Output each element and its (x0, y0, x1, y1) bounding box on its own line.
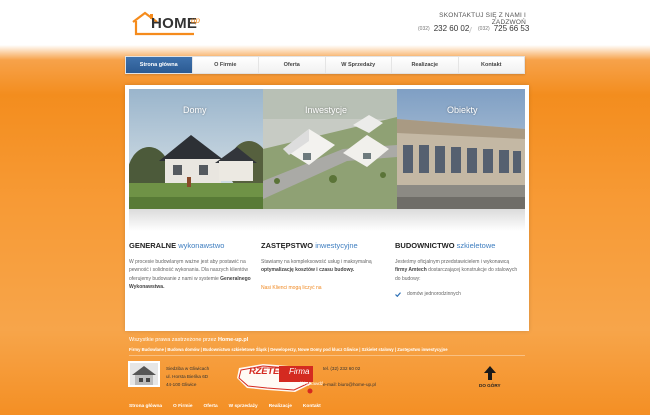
address-line-1: Siedziba w Gliwicach (166, 366, 210, 371)
column-skeleton-text-1: Jesteśmy oficjalnym przedstawicielem i w… (395, 259, 510, 265)
column-skeleton-heading: BUDOWNICTWO szkieletowe (395, 241, 521, 250)
column-general-text: W procesie budowlanym ważne jest aby pos… (129, 258, 255, 292)
nav-item-offer[interactable]: Oferta (259, 57, 326, 73)
slide-title-buildings: Obiekty (447, 105, 478, 115)
phone-prefix-1: (032) (418, 26, 430, 32)
back-to-top-label[interactable]: DO GÓRY (479, 383, 501, 388)
footer-contact-spacer (323, 373, 376, 381)
column-investment-text: Stawiamy na kompleksowość usług i maksym… (261, 258, 387, 275)
column-investment-text-bold: optymalizację kosztów i czasu budowy. (261, 267, 355, 274)
column-general-heading-accent: wykonawstwo (178, 241, 225, 250)
footer-phone: tel. (32) 232 60 02 (323, 366, 361, 371)
column-skeleton-text: Jesteśmy oficjalnym przedstawicielem i w… (395, 258, 521, 283)
phone-number-2: (032) 725 66 53 (478, 24, 529, 33)
check-item-label: domów jednorodzinnych (407, 291, 461, 298)
copyright-brand: Home-up.pl (217, 337, 249, 343)
footer-nav-for-sale[interactable]: W sprzedaży (229, 404, 258, 409)
copyright-text: Wszystkie prawa zastrzeżone przez Home-u… (129, 337, 248, 343)
column-investment-link[interactable]: Nasi Klienci mogą liczyć na (261, 285, 387, 291)
footer-nav-offer[interactable]: Oferta (204, 404, 218, 409)
slide-investments[interactable]: Inwestycje (263, 89, 397, 209)
nav-item-contact[interactable]: Kontakt (458, 57, 524, 73)
main-nav: Strona główna O Firmie Oferta W Sprzedaż… (125, 56, 525, 74)
footer-address: Siedziba w Gliwicach ul. Horsta Bieńka 6… (166, 365, 209, 389)
column-general: GENERALNE wykonawstwo W procesie budowla… (129, 241, 255, 292)
checkmark-icon (395, 291, 401, 297)
column-investment-heading-accent: inwestycyjne (315, 241, 358, 250)
footer-nav-home[interactable]: Strona główna (129, 404, 162, 409)
phone-1-value: 232 60 02 (433, 24, 470, 33)
address-line-2: ul. Horsta Bieńka 6D (166, 374, 209, 379)
column-skeleton: BUDOWNICTWO szkieletowe Jesteśmy oficjal… (395, 241, 521, 297)
badge-slogan: sprawdź i sprawdź (286, 381, 324, 386)
footer-nav-contact[interactable]: Kontakt (303, 404, 321, 409)
nav-item-projects[interactable]: Realizacje (392, 57, 459, 73)
copyright-prefix: Wszystkie prawa zastrzeżone przez (129, 337, 218, 343)
office-photo (128, 361, 160, 387)
footer-nav-projects[interactable]: Realizacje (269, 404, 292, 409)
nav-item-about[interactable]: O Firmie (192, 57, 259, 73)
phone-prefix-2: (032) (478, 26, 490, 32)
column-general-heading-bold: GENERALNE (129, 241, 177, 250)
banner-reflection (129, 209, 525, 231)
logo-suffix: up (191, 16, 200, 25)
check-list-item: domów jednorodzinnych (395, 291, 521, 297)
column-skeleton-text-bold: firmy Amtech (395, 267, 427, 274)
footer-seo-links[interactable]: Firmy Budowlane | Budowa domów | Budowni… (129, 347, 529, 352)
column-skeleton-heading-bold: BUDOWNICTWO (395, 241, 455, 250)
phone-number-1: (032) 232 60 02 (418, 24, 469, 33)
footer-divider (129, 355, 525, 356)
column-skeleton-heading-accent: szkieletowe (456, 241, 496, 250)
slide-houses[interactable]: Domy (129, 89, 263, 209)
footer-contact: tel. (32) 232 60 02 e-mail: biuro@home-u… (323, 365, 376, 389)
banner: Domy Inwestycje Obiekty (129, 89, 525, 209)
column-investment-heading: ZASTĘPSTWO inwestycyjne (261, 241, 387, 250)
nav-item-for-sale[interactable]: W Sprzedaży (325, 57, 392, 73)
footer-email[interactable]: e-mail: biuro@home-up.pl (323, 381, 376, 389)
footer-nav: Strona główna O Firmie Oferta W sprzedaż… (129, 404, 321, 409)
address-line-3: 44-100 Gliwice (166, 382, 197, 387)
column-investment-text-1: Stawiamy na kompleksowość usług i maksym… (261, 259, 372, 265)
slide-title-investments: Inwestycje (305, 105, 348, 115)
column-investment: ZASTĘPSTWO inwestycyjne Stawiamy na komp… (261, 241, 387, 291)
badge-word-2: Firma (289, 367, 310, 376)
arrow-up-icon[interactable] (484, 366, 496, 380)
nav-item-home[interactable]: Strona główna (126, 57, 193, 73)
slide-buildings[interactable]: Obiekty (397, 89, 525, 209)
footer-nav-about[interactable]: O Firmie (173, 404, 192, 409)
column-investment-heading-bold: ZASTĘPSTWO (261, 241, 314, 250)
slide-title-houses: Domy (183, 105, 207, 115)
phone-divider (468, 27, 477, 33)
phone-2-value: 725 66 53 (493, 24, 530, 33)
column-general-heading: GENERALNE wykonawstwo (129, 241, 255, 250)
office-photo-image (130, 363, 158, 385)
